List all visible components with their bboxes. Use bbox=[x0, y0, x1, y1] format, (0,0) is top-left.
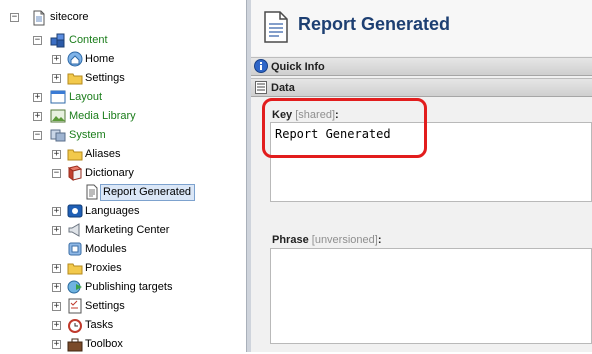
alarm-clock-icon bbox=[68, 319, 82, 333]
settings-checklist-icon bbox=[68, 298, 82, 314]
tree-item-label: Marketing Center bbox=[85, 224, 170, 236]
tree-item-aliases[interactable]: + Aliases bbox=[0, 145, 200, 164]
item-header: Report Generated bbox=[251, 0, 592, 56]
section-title: Quick Info bbox=[271, 60, 325, 73]
expand-toggle[interactable]: + bbox=[52, 302, 61, 311]
expand-toggle[interactable]: + bbox=[52, 226, 61, 235]
phrase-input[interactable] bbox=[270, 248, 592, 344]
field-label-phrase: Phrase [unversioned]: bbox=[272, 234, 381, 246]
tree-item-label: Toolbox bbox=[85, 338, 123, 350]
tree-item-sitecore[interactable]: − sitecore bbox=[0, 8, 200, 27]
tree-item-label: System bbox=[69, 129, 106, 141]
tree-item-dictionary[interactable]: − Dictionary bbox=[0, 164, 200, 183]
tree-item-label: Settings bbox=[85, 300, 125, 312]
tree-item-label: Home bbox=[85, 53, 115, 65]
tree-item-label: Modules bbox=[85, 243, 127, 255]
dictionary-entry-icon bbox=[86, 184, 98, 200]
expand-toggle[interactable]: + bbox=[33, 93, 42, 102]
field-suffix: : bbox=[335, 109, 339, 121]
content-cubes-icon bbox=[50, 33, 65, 48]
tree-item-label: sitecore bbox=[50, 11, 89, 23]
section-quick-info[interactable]: Quick Info bbox=[251, 57, 592, 76]
tree-item-publishing-targets[interactable]: + Publishing targets bbox=[0, 278, 200, 297]
field-tag: [shared] bbox=[295, 109, 335, 121]
field-name: Phrase bbox=[272, 234, 309, 246]
tree-item-label: Media Library bbox=[69, 110, 136, 122]
folder-icon bbox=[67, 73, 83, 85]
tree-item-label: Publishing targets bbox=[85, 281, 173, 293]
modules-icon bbox=[68, 242, 82, 256]
collapse-toggle[interactable]: − bbox=[33, 131, 42, 140]
tree-item-content[interactable]: − Content bbox=[0, 31, 200, 50]
tree-item-languages[interactable]: + Languages bbox=[0, 202, 200, 221]
folder-icon bbox=[67, 149, 83, 161]
tree-item-settings-system[interactable]: + Settings bbox=[0, 297, 200, 316]
home-icon bbox=[67, 51, 83, 67]
tree-item-marketing-center[interactable]: + Marketing Center bbox=[0, 221, 200, 240]
item-title: Report Generated bbox=[298, 14, 451, 34]
tree-item-toolbox[interactable]: + Toolbox bbox=[0, 335, 200, 354]
expand-toggle[interactable]: + bbox=[52, 264, 61, 273]
section-data[interactable]: Data bbox=[251, 78, 592, 97]
item-document-icon bbox=[264, 11, 288, 43]
dictionary-book-icon bbox=[67, 165, 83, 181]
tree-item-label-selected: Report Generated bbox=[100, 184, 196, 201]
system-icon bbox=[50, 129, 66, 142]
tree-item-system[interactable]: − System bbox=[0, 126, 200, 145]
tree-item-label: Settings bbox=[85, 72, 125, 84]
expand-toggle[interactable]: + bbox=[52, 283, 61, 292]
tree-item-settings-content[interactable]: + Settings bbox=[0, 69, 200, 88]
expand-toggle[interactable]: + bbox=[52, 207, 61, 216]
collapse-toggle[interactable]: − bbox=[33, 36, 42, 45]
tree-item-tasks[interactable]: + Tasks bbox=[0, 316, 200, 335]
field-suffix: : bbox=[377, 234, 382, 246]
tree-item-label: Aliases bbox=[85, 148, 121, 160]
expand-toggle[interactable]: + bbox=[52, 150, 61, 159]
expand-toggle[interactable]: + bbox=[33, 112, 42, 121]
collapse-toggle[interactable]: − bbox=[52, 169, 61, 178]
tree-item-proxies[interactable]: + Proxies bbox=[0, 259, 200, 278]
content-editor: Report Generated Quick Info Data Key [sh… bbox=[251, 0, 592, 352]
expand-toggle[interactable]: + bbox=[52, 74, 61, 83]
tree-item-label: Layout bbox=[69, 91, 103, 103]
tree-item-label: Tasks bbox=[85, 319, 114, 331]
publishing-targets-icon bbox=[67, 280, 82, 294]
folder-icon bbox=[67, 263, 83, 275]
field-label-key: Key [shared]: bbox=[272, 109, 339, 121]
section-title: Data bbox=[271, 81, 295, 94]
languages-flag-icon bbox=[67, 204, 83, 218]
key-input[interactable]: Report Generated bbox=[270, 122, 592, 202]
content-tree: − sitecore − Content + Home + Settings +… bbox=[0, 0, 246, 352]
tree-item-home[interactable]: + Home bbox=[0, 50, 200, 69]
tree-item-label: Content bbox=[69, 34, 108, 46]
collapse-toggle[interactable]: − bbox=[10, 13, 19, 22]
field-name: Key bbox=[272, 109, 293, 121]
data-list-icon bbox=[255, 81, 267, 94]
key-value: Report Generated bbox=[275, 127, 391, 141]
tree-item-report-generated[interactable]: Report Generated bbox=[0, 183, 200, 202]
toolbox-icon bbox=[67, 338, 83, 352]
info-icon bbox=[254, 59, 268, 73]
document-icon bbox=[33, 10, 45, 26]
tree-item-label: Proxies bbox=[85, 262, 122, 274]
expand-toggle[interactable]: + bbox=[52, 321, 61, 330]
tree-item-label: Languages bbox=[85, 205, 140, 217]
tree-item-media-library[interactable]: + Media Library bbox=[0, 107, 200, 126]
tree-item-layout[interactable]: + Layout bbox=[0, 88, 200, 107]
expand-toggle[interactable]: + bbox=[52, 55, 61, 64]
layout-icon bbox=[50, 90, 66, 104]
megaphone-icon bbox=[68, 223, 80, 237]
tree-item-label: Dictionary bbox=[85, 167, 134, 179]
expand-toggle[interactable]: + bbox=[52, 340, 61, 349]
field-tag: [unversioned] bbox=[311, 234, 378, 246]
tree-item-modules[interactable]: Modules bbox=[0, 240, 200, 259]
media-image-icon bbox=[50, 109, 66, 123]
